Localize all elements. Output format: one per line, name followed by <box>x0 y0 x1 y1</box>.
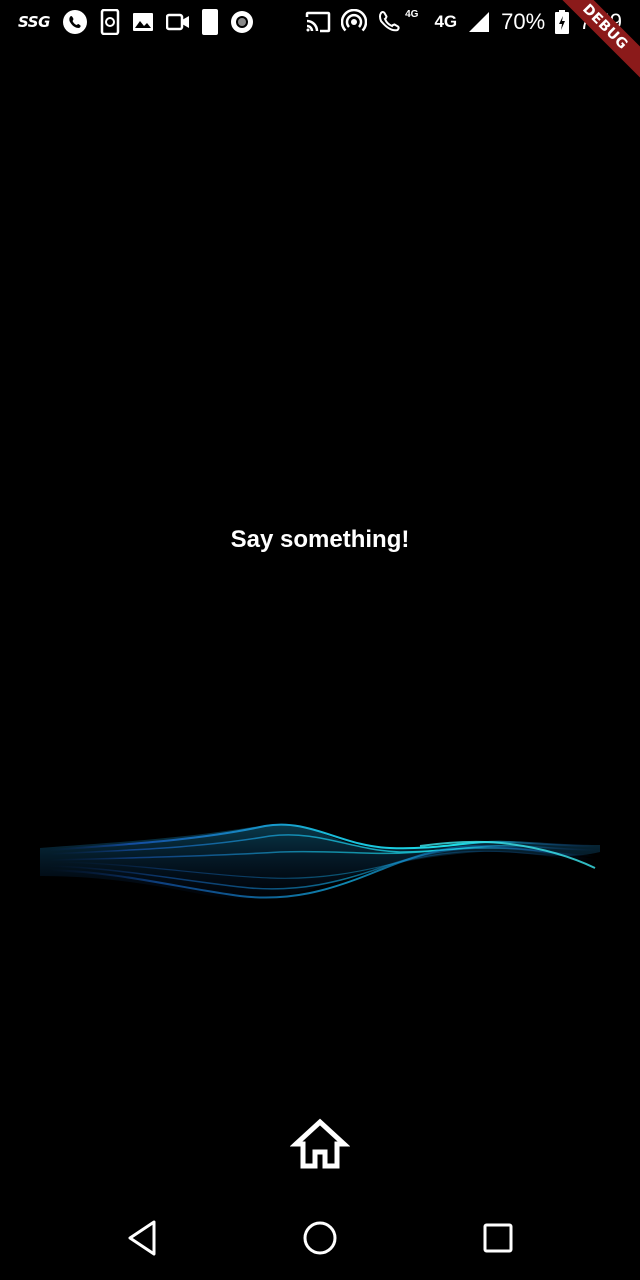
nav-back-button[interactable] <box>120 1216 164 1260</box>
signal-icon <box>467 10 491 34</box>
recents-square-icon <box>483 1223 513 1253</box>
home-outline-icon <box>289 1118 351 1169</box>
phone-moon-icon <box>201 9 218 35</box>
cast-icon <box>305 11 331 33</box>
status-bar-left: SSG <box>18 7 254 37</box>
voice-wave-visualizer <box>40 823 600 899</box>
home-button[interactable] <box>289 1114 351 1174</box>
small-network-label: 4G <box>405 8 419 20</box>
status-bar: SSG 4G 4G 70% <box>0 0 640 44</box>
system-navigation-bar <box>0 1196 640 1280</box>
battery-percent: 70% <box>501 9 546 34</box>
network-type-label: 4G <box>434 12 458 31</box>
screen: SSG 4G 4G 70% DEBUG Say something! <box>0 0 640 1280</box>
record-icon <box>230 10 254 34</box>
video-call-icon <box>165 13 190 31</box>
image-icon <box>132 12 154 32</box>
whatsapp-icon <box>62 9 88 35</box>
battery-charging-icon <box>555 10 570 34</box>
volte-call-icon <box>377 10 401 34</box>
nav-recents-button[interactable] <box>476 1216 520 1260</box>
nav-home-button[interactable] <box>298 1216 342 1260</box>
phone-sync-icon <box>100 9 120 35</box>
back-triangle-icon <box>128 1220 156 1256</box>
hotspot-icon <box>341 9 368 35</box>
speech-prompt-text: Say something! <box>230 526 410 553</box>
ssg-logo-icon: SSG <box>18 13 50 31</box>
home-circle-icon <box>303 1221 337 1255</box>
